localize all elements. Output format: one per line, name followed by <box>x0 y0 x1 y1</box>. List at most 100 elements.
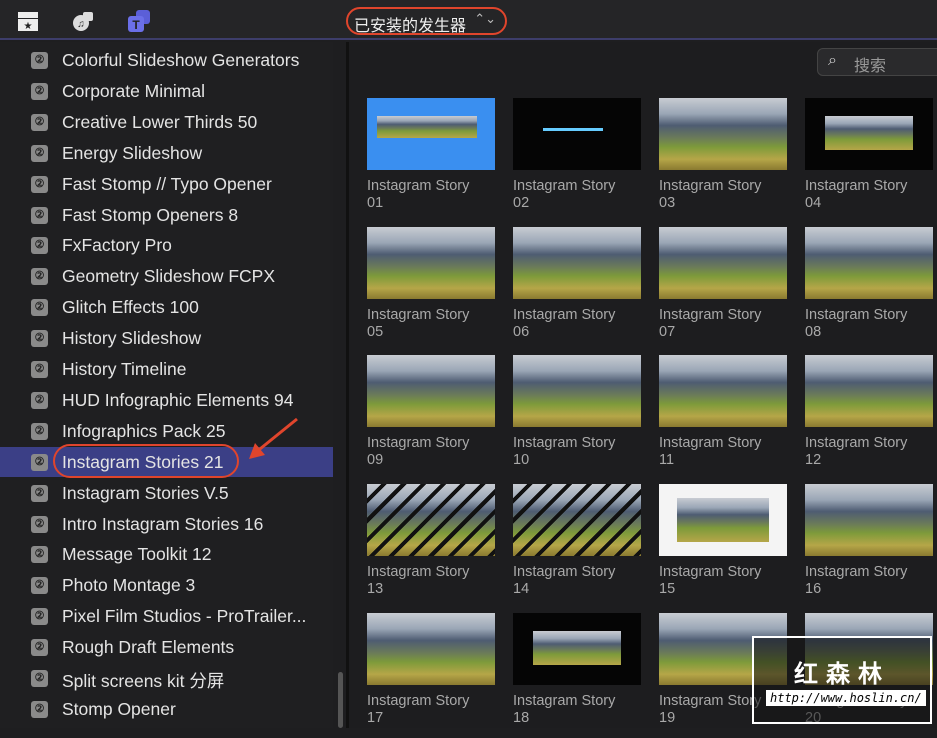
generator-icon: ② <box>31 361 48 378</box>
sidebar-item[interactable]: ② Message Toolkit 12 <box>0 539 333 569</box>
sidebar-item[interactable]: ② FxFactory Pro <box>0 230 333 260</box>
sidebar-item-label: Energy Slideshow <box>62 142 203 163</box>
sidebar-item-label: HUD Infographic Elements 94 <box>62 389 294 410</box>
titles-generators-icon[interactable]: T <box>127 9 151 33</box>
sidebar-item[interactable]: ② Rough Draft Elements <box>0 632 333 662</box>
sidebar-item[interactable]: ② Intro Instagram Stories 16 <box>0 509 333 539</box>
generator-source-select[interactable]: 已安装的发生器 ⌃⌄ <box>346 7 507 35</box>
thumbnail-image <box>513 226 641 299</box>
thumbnail-caption: Instagram Story 11 <box>659 435 762 469</box>
generator-library-sidebar: ② Colorful Slideshow Generators ② Corporate… <box>0 42 333 728</box>
generator-icon: ② <box>31 237 48 255</box>
sidebar-item[interactable]: ② Geometry Slideshow FCPX <box>0 261 333 291</box>
generator-thumbnail[interactable]: Instagram Story 08 <box>805 226 937 352</box>
generator-icon: ② <box>31 268 48 286</box>
thumbnail-image <box>367 226 495 299</box>
sidebar-item[interactable]: ② Corporate Minimal <box>0 76 333 106</box>
thumbnail-caption: Instagram Story 09 <box>367 435 470 469</box>
sidebar-item-label: Intro Instagram Stories 16 <box>62 513 264 534</box>
generator-thumbnail[interactable]: Instagram Story 03 <box>659 98 799 223</box>
thumbnail-image <box>659 484 787 557</box>
sidebar-item-label: FxFactory Pro <box>62 235 172 256</box>
sidebar-item[interactable]: ② Fast Stomp Openers 8 <box>0 200 333 230</box>
sidebar-item[interactable]: ② Split screens kit 分屏 <box>0 663 333 693</box>
sidebar-item-label: Stomp Opener <box>62 698 176 719</box>
sidebar-item-label: Corporate Minimal <box>62 80 205 101</box>
generator-thumbnail[interactable]: Instagram Story 02 <box>513 98 653 223</box>
generator-thumbnail[interactable]: Instagram Story 17 <box>367 612 507 738</box>
svg-text:♫: ♫ <box>77 19 85 30</box>
sidebar-item-label: Colorful Slideshow Generators <box>62 50 300 70</box>
sidebar-item[interactable]: ② Glitch Effects 100 <box>0 292 333 322</box>
generator-thumbnail[interactable]: Instagram Story 07 <box>659 226 799 352</box>
generator-thumbnail[interactable]: Instagram Story 15 <box>659 484 799 609</box>
thumbnail-caption: Instagram Story 08 <box>805 306 908 340</box>
thumbnail-caption: Instagram Story 15 <box>659 564 762 598</box>
photos-music-icon[interactable]: ♫ <box>71 9 95 33</box>
generator-thumbnail[interactable]: Instagram Story 13 <box>367 484 507 609</box>
thumbnail-caption: Instagram Story 04 <box>805 178 908 211</box>
thumbnail-image <box>659 355 787 428</box>
select-label: 已安装的发生器 <box>354 18 467 35</box>
generator-icon: ② <box>31 700 48 718</box>
thumbnail-image <box>513 98 641 170</box>
watermark-title: 红森林 <box>794 661 890 688</box>
thumbnail-caption: Instagram Story 14 <box>513 564 616 598</box>
generator-icon: ② <box>31 52 48 69</box>
thumbnail-caption: Instagram Story 12 <box>805 435 908 469</box>
generator-thumbnail[interactable]: Instagram Story 05 <box>367 226 507 352</box>
sidebar-item[interactable]: ② Colorful Slideshow Generators <box>0 45 333 75</box>
sidebar-item[interactable]: ② Fast Stomp // Typo Opener <box>0 169 333 199</box>
search-placeholder: 搜索 <box>854 58 887 75</box>
generator-thumbnail[interactable]: Instagram Story 09 <box>367 355 507 480</box>
generator-thumbnail[interactable]: Instagram Story 18 <box>513 612 653 738</box>
thumbnail-image <box>805 226 933 299</box>
sidebar-item-label: History Slideshow <box>62 328 202 349</box>
sidebar-item[interactable]: ② History Timeline <box>0 354 333 384</box>
sidebar-item[interactable]: ② Instagram Stories V.5 <box>0 478 333 508</box>
chevron-updown-icon: ⌃⌄ <box>474 11 496 26</box>
generator-icon: ② <box>31 546 48 564</box>
thumbnail-caption: Instagram Story 17 <box>367 692 470 726</box>
clapper-star-icon[interactable]: ★ <box>16 9 40 33</box>
toolbar: ★ ♫ T 已安装的发生器 ⌃⌄ <box>0 0 937 40</box>
generator-icon: ② <box>31 82 48 100</box>
generator-thumbnail[interactable]: Instagram Story 12 <box>805 355 937 480</box>
generator-icon: ② <box>31 175 48 193</box>
sidebar-item-label: Photo Montage 3 <box>62 575 196 596</box>
generator-icon: ② <box>31 206 48 224</box>
thumbnail-image <box>367 484 495 557</box>
generator-icon: ② <box>31 639 48 657</box>
generator-thumbnail[interactable]: Instagram Story 01 <box>367 98 507 223</box>
sidebar-item[interactable]: ② Photo Montage 3 <box>0 570 333 600</box>
generator-thumbnail[interactable]: Instagram Story 14 <box>513 484 653 609</box>
sidebar-item[interactable]: ② HUD Infographic Elements 94 <box>0 385 333 415</box>
svg-text:★: ★ <box>24 21 33 32</box>
thumbnail-caption: Instagram Story 03 <box>659 178 762 211</box>
generator-thumbnail[interactable]: Instagram Story 11 <box>659 355 799 480</box>
generator-thumbnail[interactable]: Instagram Story 10 <box>513 355 653 480</box>
sidebar-scrollbar[interactable] <box>338 672 343 728</box>
generator-thumbnail[interactable]: Instagram Story 16 <box>805 484 937 609</box>
sidebar-item[interactable]: ② History Slideshow <box>0 323 333 353</box>
annotation-arrow-icon <box>249 417 298 459</box>
generator-icon: ② <box>31 422 48 440</box>
sidebar-item-label: Fast Stomp // Typo Opener <box>62 173 272 194</box>
generator-icon: ② <box>31 453 48 471</box>
sidebar-item[interactable]: ② Pixel Film Studios - ProTrailer... <box>0 601 333 631</box>
generator-icon: ② <box>31 391 48 409</box>
sidebar-item[interactable]: ② Stomp Opener <box>0 694 333 724</box>
thumbnail-image <box>367 612 495 685</box>
generator-icon: ② <box>31 113 48 131</box>
generator-thumbnail[interactable]: Instagram Story 06 <box>513 226 653 352</box>
thumbnail-image <box>805 355 933 428</box>
thumbnail-image <box>513 612 641 685</box>
thumbnail-image <box>513 355 641 428</box>
generator-thumbnail[interactable]: Instagram Story 04 <box>805 98 937 223</box>
sidebar-item[interactable]: ② Creative Lower Thirds 50 <box>0 107 333 137</box>
thumbnail-caption: Instagram Story 05 <box>367 306 470 340</box>
search-input[interactable]: ⌕ 搜索 <box>817 48 937 76</box>
thumbnail-caption: Instagram Story 02 <box>513 178 616 211</box>
sidebar-item[interactable]: ② Energy Slideshow <box>0 138 333 168</box>
generator-icon: ② <box>31 608 48 626</box>
